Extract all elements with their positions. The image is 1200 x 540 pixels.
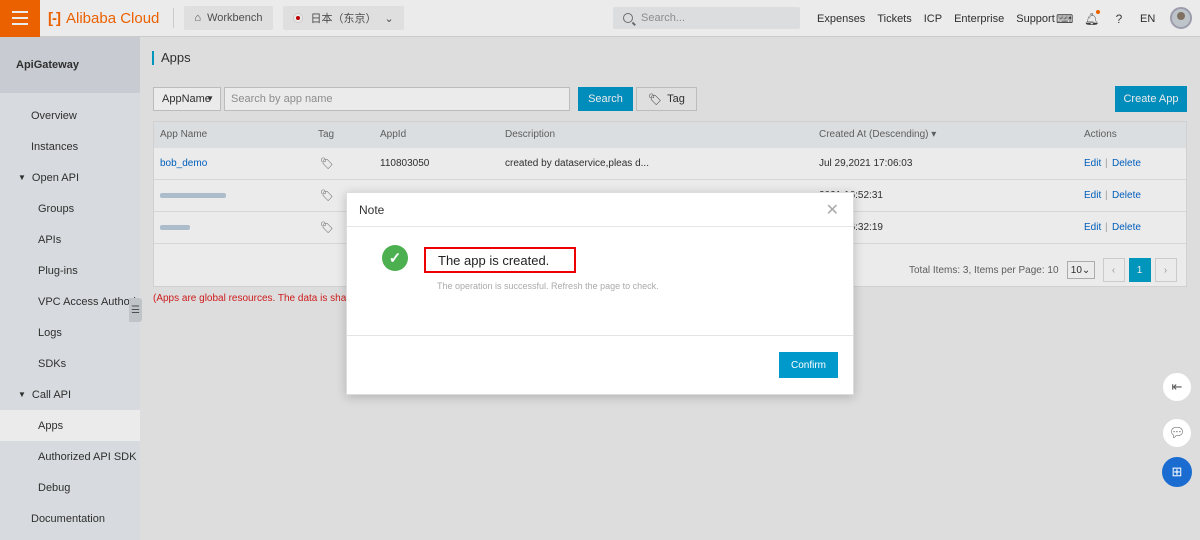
- feedback-icon[interactable]: ⇤: [1162, 372, 1192, 402]
- note-dialog: Note ✕ ✓ The app is created. The operati…: [346, 192, 854, 395]
- apps-grid-icon[interactable]: ⊞: [1162, 457, 1192, 487]
- success-message: The app is created.: [424, 247, 576, 273]
- success-check-icon: ✓: [382, 245, 408, 271]
- dialog-footer-divider: [347, 335, 853, 336]
- dialog-title: Note: [347, 193, 853, 227]
- chat-icon[interactable]: 💬︎: [1162, 418, 1192, 448]
- success-submessage: The operation is successful. Refresh the…: [437, 281, 659, 291]
- confirm-button[interactable]: Confirm: [779, 352, 838, 378]
- close-icon[interactable]: ✕: [826, 200, 839, 220]
